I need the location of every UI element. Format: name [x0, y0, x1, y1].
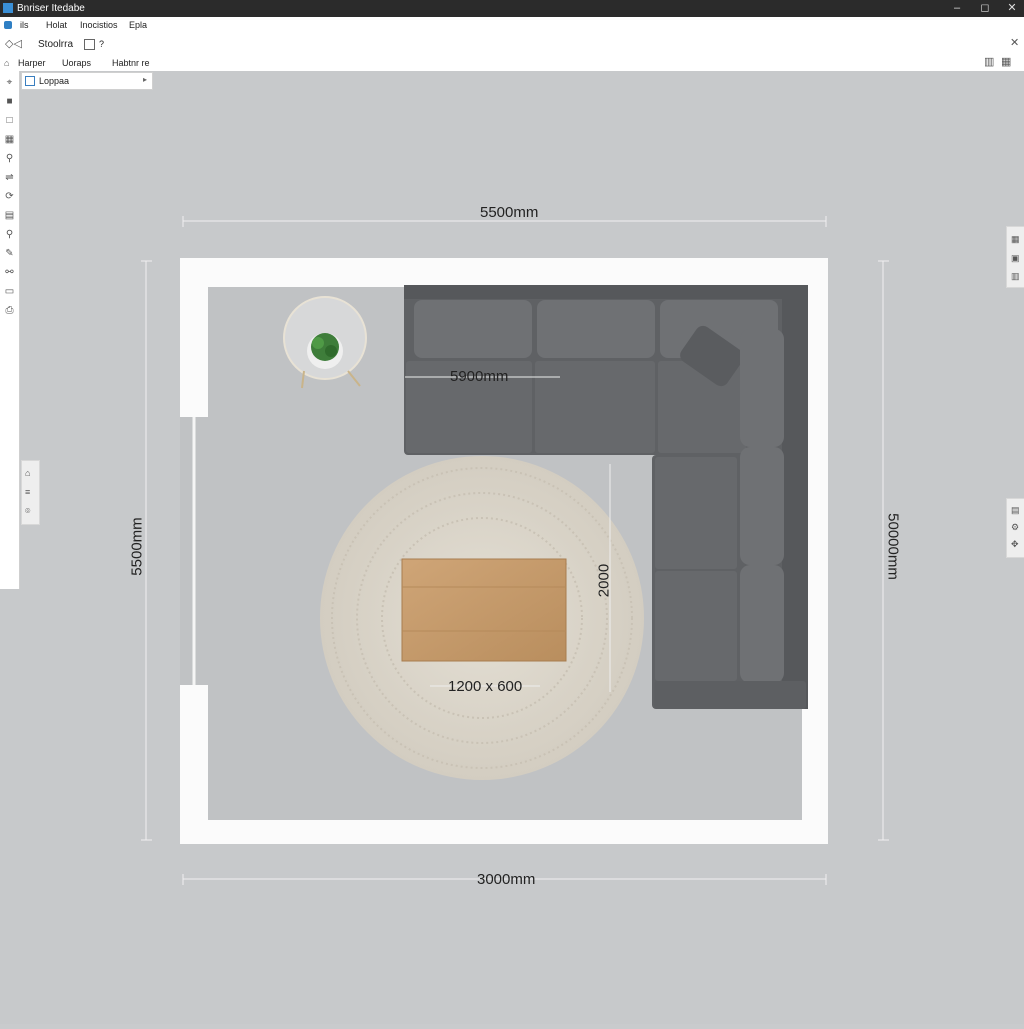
zoom-tool-icon[interactable]: ⚲	[3, 152, 16, 165]
chevron-right-icon[interactable]: ▸	[143, 75, 147, 84]
toolbar: ◇◁ Stoolrra ? ✕	[0, 34, 1024, 55]
layer-panel[interactable]: Loppaa ▸	[21, 72, 153, 90]
dimension-table: 1200 x 600	[448, 678, 523, 695]
image-icon[interactable]: ▣	[1011, 253, 1020, 264]
title-bar: Bnriser Itedabe – ◻ ✕	[0, 0, 1024, 17]
frame-icon[interactable]	[84, 39, 95, 50]
window-title: Bnriser Itedabe	[17, 3, 85, 14]
left-mini-toolbar: ⌂ ≡ ⌾	[21, 460, 40, 525]
right-mini-toolbar-top: ▦ ▣ ▥	[1006, 226, 1024, 288]
move-icon[interactable]: ✥	[1011, 539, 1019, 550]
tab-habtnr[interactable]: Habtnr re	[112, 58, 150, 68]
dimension-rug: 2000	[595, 563, 613, 598]
tab-uoraps[interactable]: Uoraps	[62, 58, 91, 68]
search-tool-icon[interactable]: ⚲	[3, 228, 16, 241]
app-logo-icon	[4, 21, 12, 29]
layers-right-icon[interactable]: ▤	[1011, 505, 1020, 516]
dimension-left: 5500mm	[128, 517, 146, 576]
export-tool-icon[interactable]: ⎙	[3, 304, 16, 317]
right-mini-toolbar-bottom: ▤ ⚙ ✥	[1006, 498, 1024, 558]
table-icon[interactable]: ▥	[1011, 271, 1020, 282]
left-tool-panel: ⌖ ■ □ ▦ ⚲ ⇌ ⟳ ▤ ⚲ ✎ ⚯ ▭ ⎙	[0, 71, 20, 589]
edit-tool-icon[interactable]: ✎	[3, 247, 16, 260]
toolbar-label[interactable]: Stoolrra	[38, 39, 73, 50]
grid-view-icon[interactable]: ▥	[984, 57, 994, 68]
coffee-table	[401, 558, 567, 662]
room-tool-icon[interactable]: □	[3, 114, 16, 127]
link-tool-icon[interactable]: ⚯	[3, 266, 16, 279]
maximize-button[interactable]: ◻	[973, 1, 997, 16]
home-icon[interactable]: ⌂	[4, 58, 9, 69]
tabs-bar: ⌂ Harper Uoraps Habtnr re ▥ ▦	[0, 54, 1024, 72]
layer-label: Loppaa	[39, 76, 70, 86]
tab-harper[interactable]: Harper	[18, 58, 46, 68]
dimension-bottom: 3000mm	[477, 871, 536, 888]
minimize-button[interactable]: –	[945, 1, 969, 16]
rotate-tool-icon[interactable]: ⟳	[3, 190, 16, 203]
wall-tool-icon[interactable]: ■	[3, 95, 16, 108]
dimension-top: 5500mm	[480, 204, 539, 221]
menu-item-file[interactable]: ils	[20, 20, 29, 30]
layer-icon	[25, 76, 35, 86]
app-icon	[3, 3, 13, 13]
select-tool-icon[interactable]: ⌖	[3, 76, 16, 89]
pin-icon[interactable]: ⌾	[25, 506, 30, 517]
back-forward-icon[interactable]: ◇◁	[5, 39, 22, 50]
close-panel-icon[interactable]: ✕	[1010, 38, 1019, 49]
grid-tool-icon[interactable]: ▦	[3, 133, 16, 146]
dimension-sofa: 5900mm	[450, 368, 509, 385]
settings-icon[interactable]: ⚙	[1011, 522, 1019, 533]
layers-icon[interactable]: ≡	[25, 487, 30, 498]
grid-icon[interactable]: ▦	[1011, 234, 1020, 245]
menu-item-epla[interactable]: Epla	[129, 20, 147, 30]
furniture-tool-icon[interactable]: ▤	[3, 209, 16, 222]
help-icon[interactable]: ?	[99, 39, 104, 49]
view-icon[interactable]: ⌂	[25, 468, 30, 479]
menu-item-holat[interactable]: Holat	[46, 20, 67, 30]
folder-tool-icon[interactable]: ▭	[3, 285, 16, 298]
measure-tool-icon[interactable]: ⇌	[3, 171, 16, 184]
split-view-icon[interactable]: ▦	[1001, 57, 1011, 68]
menu-bar: ils Holat Inocistios Epla	[0, 17, 1024, 35]
menu-item-inocistios[interactable]: Inocistios	[80, 20, 118, 30]
close-button[interactable]: ✕	[1000, 1, 1024, 16]
dimension-right: 50000mm	[884, 513, 902, 580]
